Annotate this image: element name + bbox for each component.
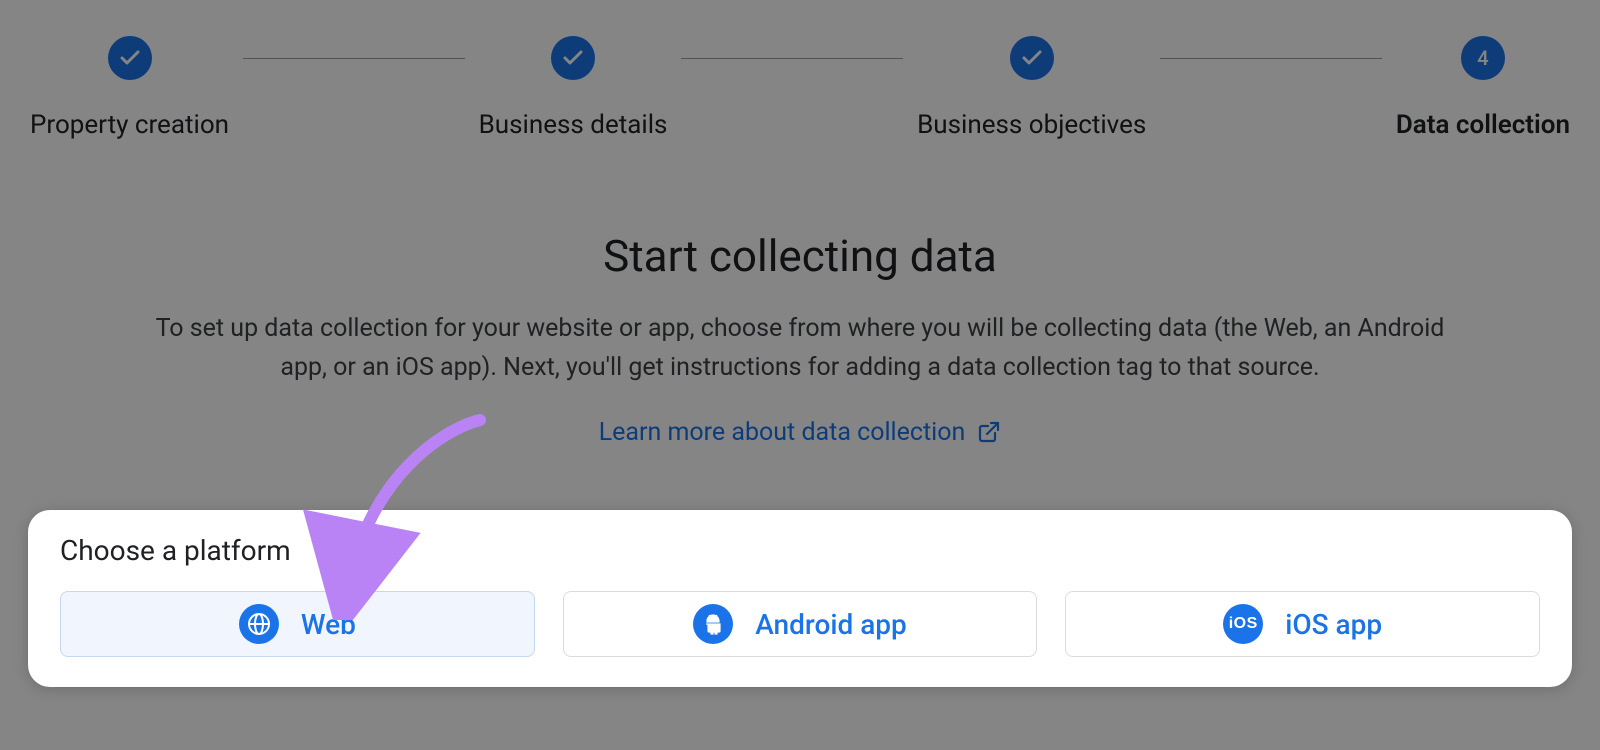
step-number-badge: 4 — [1461, 36, 1505, 80]
learn-more-text: Learn more about data collection — [599, 418, 966, 447]
step-business-objectives: Business objectives — [917, 36, 1146, 140]
step-connector — [243, 58, 465, 59]
platform-label: Web — [301, 608, 356, 641]
globe-icon — [239, 604, 279, 644]
external-link-icon — [977, 420, 1001, 444]
step-connector — [1160, 58, 1382, 59]
platform-label: Android app — [755, 608, 907, 641]
learn-more-link[interactable]: Learn more about data collection — [599, 418, 1002, 447]
check-icon — [1010, 36, 1054, 80]
platform-ios[interactable]: iOS iOS app — [1065, 591, 1540, 657]
step-data-collection: 4 Data collection — [1396, 36, 1570, 140]
page-background: Property creation Business details Busin… — [0, 0, 1600, 750]
platform-web[interactable]: Web — [60, 591, 535, 657]
card-title: Choose a platform — [60, 534, 1540, 567]
choose-platform-card: Choose a platform Web Android app iOS iO… — [28, 510, 1572, 687]
platform-label: iOS app — [1285, 608, 1382, 641]
setup-stepper: Property creation Business details Busin… — [0, 36, 1600, 140]
ios-icon: iOS — [1223, 604, 1263, 644]
platform-options: Web Android app iOS iOS app — [60, 591, 1540, 657]
step-label: Data collection — [1396, 110, 1570, 140]
step-business-details: Business details — [479, 36, 668, 140]
step-number: 4 — [1477, 46, 1488, 70]
step-connector — [681, 58, 903, 59]
step-property-creation: Property creation — [30, 36, 229, 140]
hero-section: Start collecting data To set up data col… — [0, 230, 1600, 447]
check-icon — [551, 36, 595, 80]
step-label: Business details — [479, 110, 668, 140]
check-icon — [108, 36, 152, 80]
step-label: Property creation — [30, 110, 229, 140]
page-description: To set up data collection for your websi… — [140, 310, 1460, 388]
platform-android[interactable]: Android app — [563, 591, 1038, 657]
step-label: Business objectives — [917, 110, 1146, 140]
android-icon — [693, 604, 733, 644]
page-title: Start collecting data — [80, 230, 1520, 282]
